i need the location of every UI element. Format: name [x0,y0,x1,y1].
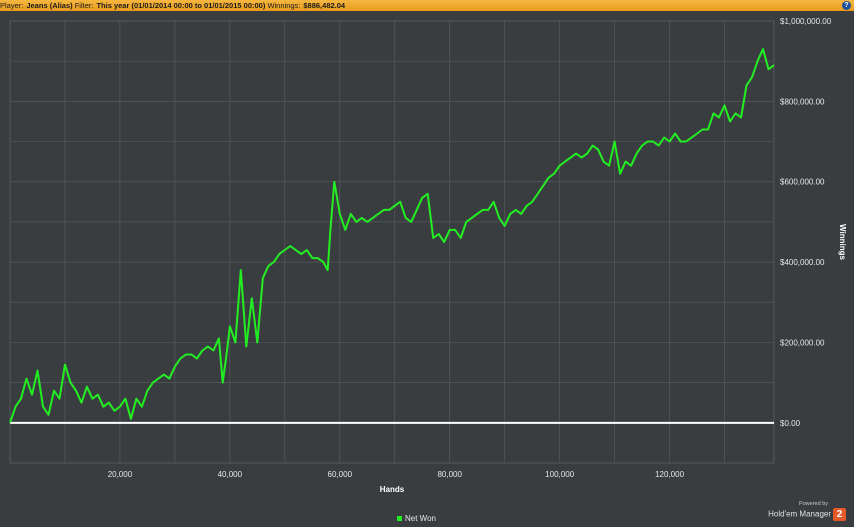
question-icon[interactable]: ? [842,1,851,10]
filter-value: This year (01/01/2014 00:00 to 01/01/201… [96,1,266,10]
x-tick-label: 20,000 [108,470,133,479]
header-bar: Player: Jeans (Alias) Filter: This year (0… [0,0,854,11]
brand-badge-icon: 2 [833,508,846,521]
y-tick-label: $600,000.00 [780,178,825,187]
player-value: Jeans (Alias) [26,1,73,10]
plot-area [9,20,775,464]
player-label: Player: [0,1,24,10]
x-tick-label: 60,000 [328,470,353,479]
filter-label: Filter: [74,1,94,10]
legend-label-net-won: Net Won [405,514,436,523]
series-line-net-won [9,48,775,424]
winnings-value: $886,482.04 [303,1,346,10]
winnings-chart: 20,000 40,000 60,000 80,000 100,000 120,000 $0… [9,17,847,523]
x-tick-label: 120,000 [655,470,684,479]
powered-by-text: Powered by [798,501,828,507]
x-tick-label: 40,000 [218,470,243,479]
x-tick-label: 100,000 [545,470,574,479]
legend-swatch-net-won [397,516,402,521]
brand-name: Hold'em Manager [768,509,831,519]
winnings-label: Winnings: [267,1,301,10]
y-tick-label: $800,000.00 [780,97,825,106]
y-axis-title: Winnings [838,224,847,260]
x-axis-title: Hands [380,485,405,494]
y-tick-label: $200,000.00 [780,338,825,347]
brand-logo: Powered by Hold'em Manager 2 [768,501,846,521]
y-tick-label: $0.00 [780,419,801,428]
y-tick-label: $400,000.00 [780,258,825,267]
x-tick-label: 80,000 [437,470,462,479]
y-tick-label: $1,000,000.00 [780,17,832,26]
